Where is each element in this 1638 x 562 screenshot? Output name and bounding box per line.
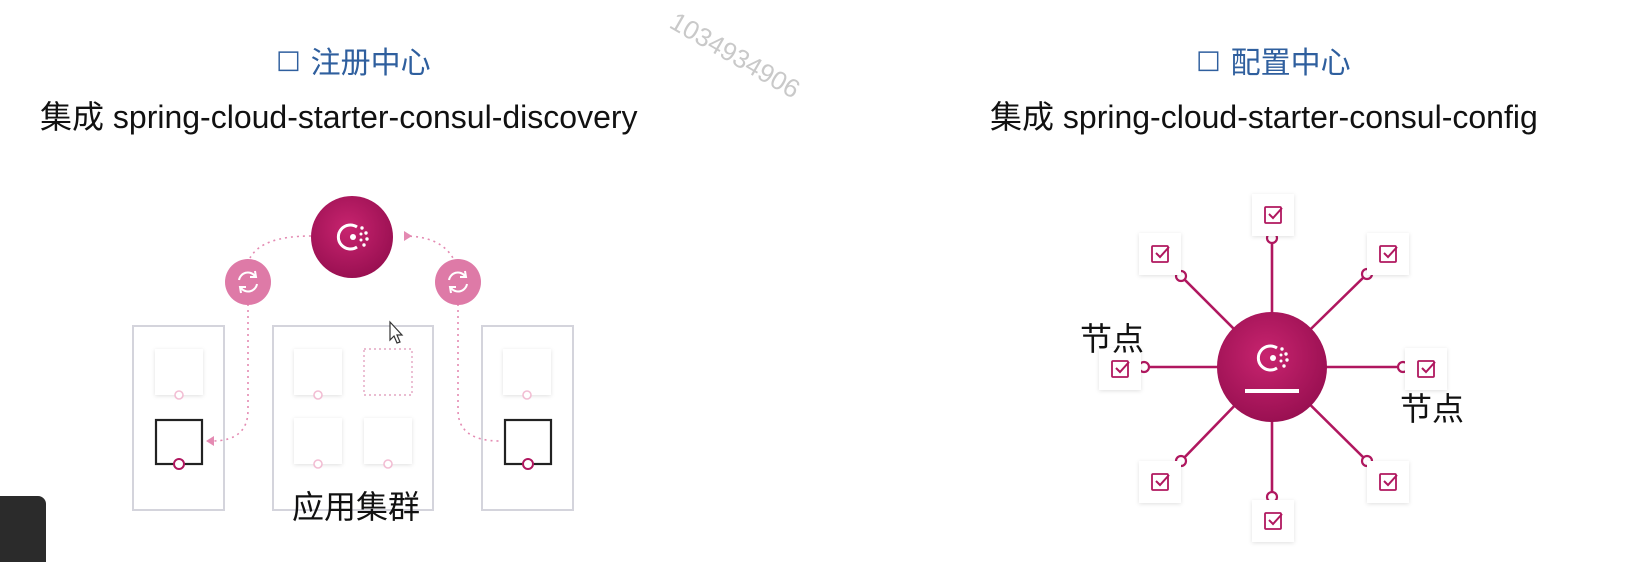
sync-dashed-path (457, 304, 501, 442)
consul-logo-icon (1217, 312, 1327, 422)
diagrams-canvas (132, 0, 1638, 562)
checkbox-icon (1367, 233, 1409, 275)
config-diagram (1099, 194, 1447, 542)
service-node (155, 349, 203, 395)
service-node (294, 418, 342, 464)
service-node-placeholder (363, 348, 413, 396)
active-service-node (503, 418, 553, 466)
service-node (503, 349, 551, 395)
arrow-head-icon (404, 231, 412, 241)
checkbox-icon (1252, 194, 1294, 236)
node-label: 节点 (1080, 321, 1145, 357)
checkbox-icon (1139, 233, 1181, 275)
registry-diagram (132, 196, 574, 511)
sync-dashed-path (249, 235, 312, 259)
sync-icon (224, 258, 272, 306)
sync-icon (434, 258, 482, 306)
node-label: 节点 (1400, 391, 1465, 427)
service-node (364, 418, 412, 464)
arrow-head-icon (206, 436, 214, 446)
app-cluster-label: 应用集群 (292, 489, 421, 525)
checkbox-icon (1252, 500, 1294, 542)
active-service-node (154, 418, 204, 466)
checkbox-icon (1139, 461, 1181, 503)
consul-logo-icon (311, 196, 393, 278)
sync-dashed-path (211, 304, 249, 442)
sync-dashed-path (403, 235, 454, 259)
checkbox-icon (1367, 461, 1409, 503)
service-node (294, 349, 342, 395)
player-control-button[interactable] (0, 496, 46, 562)
